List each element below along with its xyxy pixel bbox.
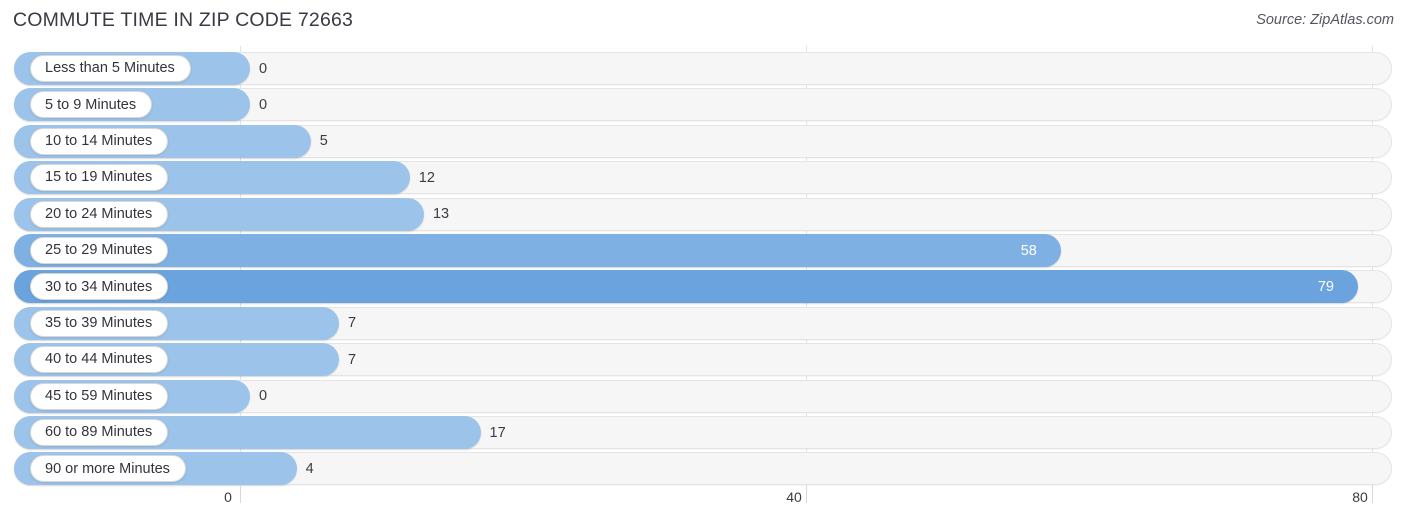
x-axis: 0 40 80 — [0, 485, 1406, 523]
bar-category-label: 10 to 14 Minutes — [30, 127, 169, 155]
bar-category-label-text: 40 to 44 Minutes — [45, 351, 153, 368]
bar-row[interactable]: 35 to 39 Minutes 7 — [0, 306, 1406, 340]
bar-row[interactable]: 40 to 44 Minutes 7 — [0, 343, 1406, 377]
bar-category-label-text: 10 to 14 Minutes — [45, 133, 153, 150]
bar-category-label-text: 20 to 24 Minutes — [45, 205, 153, 222]
bar-row[interactable]: 45 to 59 Minutes 0 — [0, 379, 1406, 413]
bar-category-label-text: 35 to 39 Minutes — [45, 315, 153, 332]
bar-category-label: Less than 5 Minutes — [30, 55, 191, 82]
bar-value-label: 0 — [259, 388, 268, 405]
axis-tick-label: 80 — [1352, 489, 1368, 505]
bar-category-label: 15 to 19 Minutes — [30, 164, 169, 192]
bar-category-label-text: 60 to 89 Minutes — [45, 424, 153, 441]
bar-category-label: 35 to 39 Minutes — [30, 309, 169, 337]
bar-fill[interactable] — [14, 270, 1358, 304]
axis-tick-mark — [1372, 485, 1373, 503]
bar-value-label: 12 — [418, 169, 435, 186]
bar-row[interactable]: 10 to 14 Minutes 5 — [0, 124, 1406, 158]
bar-value-label: 0 — [259, 96, 268, 113]
bar-category-label: 45 to 59 Minutes — [30, 382, 169, 410]
axis-tick-label: 40 — [786, 489, 802, 505]
axis-tick-mark — [806, 485, 807, 503]
bar-category-label: 25 to 29 Minutes — [30, 237, 169, 264]
bar-value-label: 79 — [1317, 278, 1334, 295]
chart-header: COMMUTE TIME IN ZIP CODE 72663 Source: Z… — [0, 0, 1406, 46]
bar-row[interactable]: 25 to 29 Minutes 58 — [0, 234, 1406, 267]
page-title: COMMUTE TIME IN ZIP CODE 72663 — [13, 9, 354, 31]
bar-category-label: 60 to 89 Minutes — [30, 419, 169, 446]
bar-category-label: 5 to 9 Minutes — [30, 91, 153, 119]
bar-category-label-text: 5 to 9 Minutes — [45, 96, 137, 113]
bar-category-label-text: 30 to 34 Minutes — [45, 278, 153, 295]
bar-value-label: 58 — [1020, 242, 1037, 259]
bar-row[interactable]: 60 to 89 Minutes 17 — [0, 416, 1406, 449]
bar-category-label: 40 to 44 Minutes — [30, 346, 169, 374]
bar-row[interactable]: 15 to 19 Minutes 12 — [0, 161, 1406, 195]
axis-tick-mark — [240, 485, 241, 503]
bar-category-label: 90 or more Minutes — [30, 455, 186, 483]
bar-row[interactable]: 30 to 34 Minutes 79 — [0, 270, 1406, 304]
source-attribution: Source: ZipAtlas.com — [1256, 12, 1394, 28]
bar-category-label: 20 to 24 Minutes — [30, 200, 169, 228]
bar-category-label: 30 to 34 Minutes — [30, 273, 169, 301]
bar-category-label-text: 45 to 59 Minutes — [45, 387, 153, 404]
bar-value-label: 17 — [489, 424, 506, 441]
bar-fill[interactable] — [14, 234, 1061, 267]
bar-row[interactable]: Less than 5 Minutes 0 — [0, 52, 1406, 85]
bar-category-label-text: 25 to 29 Minutes — [45, 242, 153, 259]
bar-value-label: 5 — [319, 133, 328, 150]
chart-plot-area: Less than 5 Minutes 0 5 to 9 Minutes 0 10 to… — [0, 46, 1406, 486]
bar-row[interactable]: 5 to 9 Minutes 0 — [0, 88, 1406, 122]
bar-category-label-text: Less than 5 Minutes — [45, 60, 175, 77]
bar-category-label-text: 90 or more Minutes — [45, 460, 170, 477]
axis-tick-label: 0 — [224, 489, 232, 505]
bar-value-label: 7 — [348, 351, 357, 368]
bar-value-label: 0 — [259, 60, 268, 77]
bar-category-label-text: 15 to 19 Minutes — [45, 169, 153, 186]
bar-row[interactable]: 90 or more Minutes 4 — [0, 452, 1406, 486]
bar-value-label: 4 — [305, 460, 314, 477]
bar-value-label: 13 — [432, 206, 450, 223]
bar-value-label: 7 — [348, 315, 357, 332]
bar-row[interactable]: 20 to 24 Minutes 13 — [0, 197, 1406, 231]
